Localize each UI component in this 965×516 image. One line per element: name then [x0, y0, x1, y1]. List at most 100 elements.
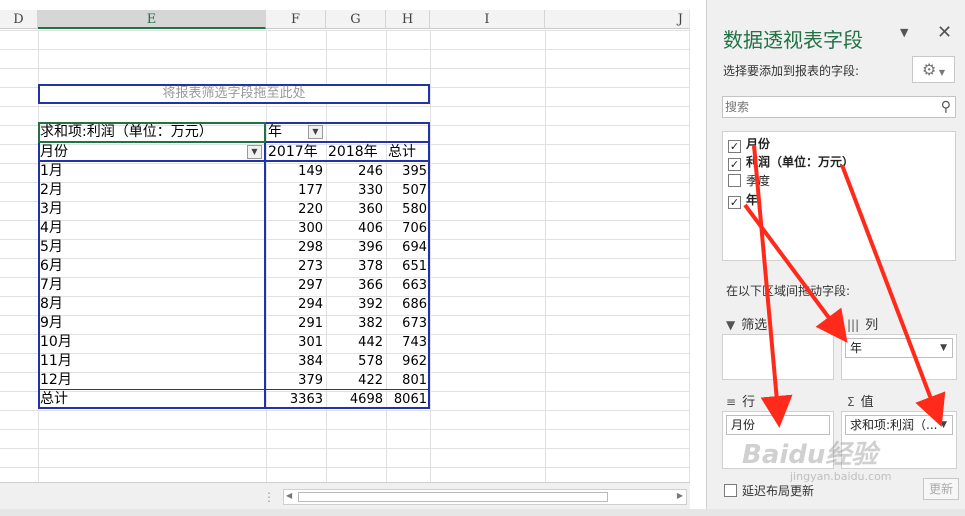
value-cell[interactable]: 663	[386, 276, 430, 295]
values-area-chip[interactable]: 求和项:利润（... ▼	[845, 415, 953, 435]
column-header-d[interactable]: D	[0, 10, 38, 29]
value-cell[interactable]: 360	[326, 200, 386, 219]
horizontal-scroll-thumb[interactable]	[298, 492, 608, 502]
column-header-h[interactable]: H	[386, 10, 430, 29]
row-label[interactable]: 11月	[40, 352, 262, 371]
close-icon[interactable]: ✕	[937, 22, 952, 43]
row-label[interactable]: 1月	[40, 162, 262, 181]
search-input[interactable]	[725, 98, 925, 116]
value-cell[interactable]: 578	[326, 352, 386, 371]
value-cell[interactable]: 673	[386, 314, 430, 333]
rows-area-box[interactable]: 月份	[722, 411, 834, 469]
row-label[interactable]: 7月	[40, 276, 262, 295]
search-icon[interactable]: ⚲	[941, 99, 951, 115]
pivot-column-field-label[interactable]: 年	[268, 123, 308, 142]
value-cell[interactable]: 406	[326, 219, 386, 238]
field-item-quarter[interactable]: 季度	[728, 172, 770, 190]
checkbox-empty-icon[interactable]	[724, 484, 737, 497]
column-field-filter-button[interactable]: ▼	[308, 125, 323, 139]
value-cell[interactable]: 149	[266, 162, 326, 181]
report-filter-drop-zone[interactable]: 将报表筛选字段拖至此处	[38, 84, 430, 104]
filter-area-box[interactable]	[722, 334, 834, 380]
value-cell[interactable]: 442	[326, 333, 386, 352]
field-search-box[interactable]: ⚲	[722, 96, 956, 118]
column-header-f[interactable]: F	[266, 10, 326, 29]
value-cell[interactable]: 378	[326, 257, 386, 276]
value-cell[interactable]: 300	[266, 219, 326, 238]
checkbox-checked-icon[interactable]: ✓	[728, 140, 741, 153]
value-cell[interactable]: 396	[326, 238, 386, 257]
row-label[interactable]: 4月	[40, 219, 262, 238]
value-cell[interactable]: 246	[326, 162, 386, 181]
column-label-total[interactable]: 总计	[388, 143, 430, 162]
value-cell[interactable]: 291	[266, 314, 326, 333]
value-cell[interactable]: 686	[386, 295, 430, 314]
defer-layout-update[interactable]: 延迟布局更新	[724, 482, 814, 499]
value-cell[interactable]: 962	[386, 352, 430, 371]
value-cell[interactable]: 694	[386, 238, 430, 257]
vertical-scrollbar[interactable]: ▲ ▼	[689, 10, 690, 482]
checkbox-checked-icon[interactable]: ✓	[728, 158, 741, 171]
value-cell[interactable]: 298	[266, 238, 326, 257]
tools-button[interactable]: ⚙ ▼	[912, 56, 955, 83]
value-cell[interactable]: 706	[386, 219, 430, 238]
value-cell[interactable]: 366	[326, 276, 386, 295]
value-cell[interactable]: 507	[386, 181, 430, 200]
scroll-right-icon[interactable]: ▶	[677, 491, 683, 500]
value-cell[interactable]: 382	[326, 314, 386, 333]
field-item-year[interactable]: ✓ 年	[728, 191, 758, 209]
value-cell[interactable]: 801	[386, 371, 430, 390]
column-label-2018[interactable]: 2018年	[328, 143, 386, 162]
row-label[interactable]: 6月	[40, 257, 262, 276]
value-cell[interactable]: 384	[266, 352, 326, 371]
value-cell[interactable]: 220	[266, 200, 326, 219]
column-header-g[interactable]: G	[326, 10, 386, 29]
value-cell[interactable]: 651	[386, 257, 430, 276]
value-cell[interactable]: 422	[326, 371, 386, 390]
value-cell[interactable]: 301	[266, 333, 326, 352]
update-button[interactable]: 更新	[923, 478, 959, 500]
value-cell[interactable]: 273	[266, 257, 326, 276]
value-cell[interactable]: 392	[326, 295, 386, 314]
row-label[interactable]: 2月	[40, 181, 262, 200]
column-header-e[interactable]: E	[38, 10, 266, 29]
row-label[interactable]: 8月	[40, 295, 262, 314]
checkbox-checked-icon[interactable]: ✓	[728, 196, 741, 209]
values-area-box[interactable]: 求和项:利润（... ▼	[841, 411, 957, 469]
column-header-j[interactable]: J	[545, 10, 690, 29]
value-cell[interactable]: 3363	[266, 390, 326, 409]
columns-area-box[interactable]: 年 ▼	[841, 334, 957, 380]
row-label[interactable]: 12月	[40, 371, 262, 390]
rows-area-chip[interactable]: 月份	[726, 415, 830, 435]
value-cell[interactable]: 379	[266, 371, 326, 390]
checkbox-empty-icon[interactable]	[728, 174, 741, 187]
pivot-row-field-label[interactable]: 月份	[40, 143, 240, 162]
value-cell[interactable]: 294	[266, 295, 326, 314]
column-header-i[interactable]: I	[430, 10, 545, 29]
row-label[interactable]: 9月	[40, 314, 262, 333]
value-cell[interactable]: 297	[266, 276, 326, 295]
row-label[interactable]: 5月	[40, 238, 262, 257]
grand-total-label[interactable]: 总计	[40, 390, 262, 409]
value-cell[interactable]: 580	[386, 200, 430, 219]
chevron-down-icon[interactable]: ▼	[940, 339, 947, 357]
chevron-down-icon[interactable]: ▼	[900, 26, 908, 39]
field-item-profit[interactable]: ✓ 利润（单位：万元）	[728, 153, 854, 171]
scroll-left-icon[interactable]: ◀	[286, 491, 292, 500]
horizontal-scrollbar[interactable]: ◀ ▶	[283, 489, 687, 505]
row-label[interactable]: 10月	[40, 333, 262, 352]
pivot-value-field-label[interactable]: 求和项:利润（单位：万元）	[40, 123, 264, 142]
chevron-down-icon[interactable]: ▼	[940, 416, 947, 434]
field-item-month[interactable]: ✓ 月份	[728, 135, 770, 153]
value-cell[interactable]: 8061	[386, 390, 430, 409]
columns-area-chip[interactable]: 年 ▼	[845, 338, 953, 358]
row-field-filter-button[interactable]: ▼	[247, 145, 262, 159]
value-cell[interactable]: 177	[266, 181, 326, 200]
value-cell[interactable]: 395	[386, 162, 430, 181]
column-label-2017[interactable]: 2017年	[268, 143, 326, 162]
value-cell[interactable]: 743	[386, 333, 430, 352]
value-cell[interactable]: 4698	[326, 390, 386, 409]
row-label[interactable]: 3月	[40, 200, 262, 219]
value-cell[interactable]: 330	[326, 181, 386, 200]
splitter-handle-icon[interactable]: ⋮	[263, 490, 275, 504]
